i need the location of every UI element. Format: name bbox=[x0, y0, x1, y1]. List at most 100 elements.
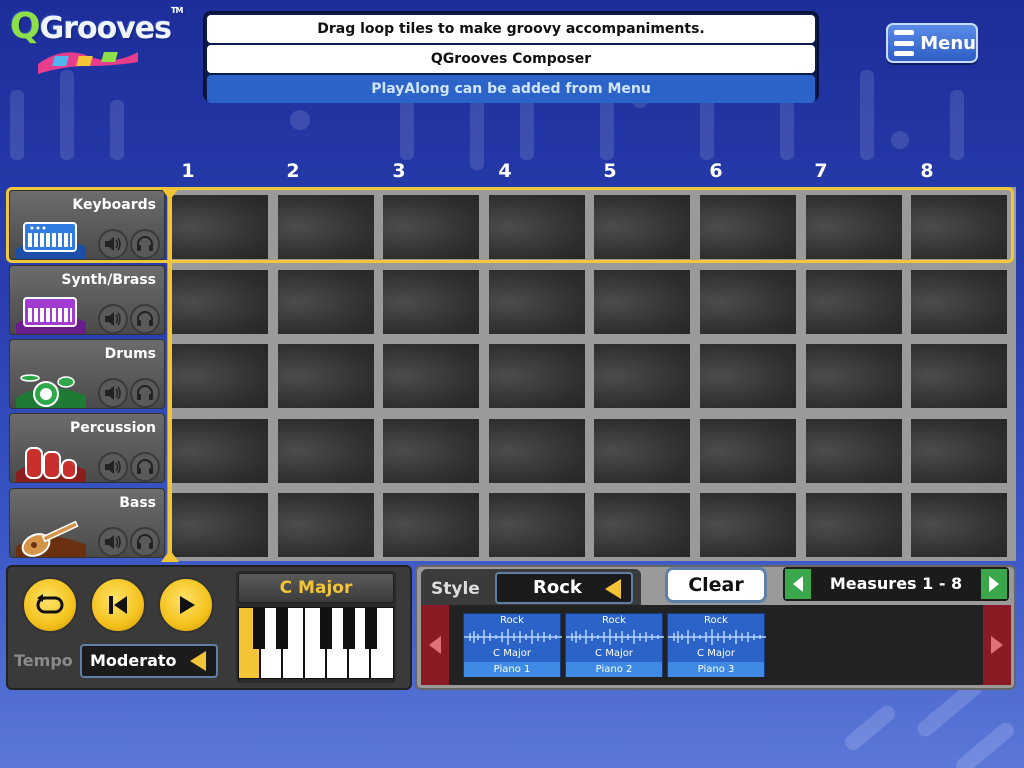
grid-cell[interactable] bbox=[806, 344, 902, 408]
solo-headphones-button[interactable] bbox=[130, 378, 160, 408]
grid-cell[interactable] bbox=[911, 419, 1007, 483]
mute-button[interactable] bbox=[98, 378, 128, 408]
grid-cell[interactable] bbox=[806, 270, 902, 334]
grid-cell[interactable] bbox=[700, 419, 796, 483]
track-name: Synth/Brass bbox=[61, 272, 156, 288]
headphones-icon bbox=[137, 534, 153, 549]
congas-icon bbox=[16, 447, 86, 482]
play-button[interactable] bbox=[158, 577, 214, 633]
loop-tile[interactable]: Rock C Major Piano 3 bbox=[667, 613, 766, 677]
speaker-icon bbox=[105, 237, 121, 251]
playhead-bottom-handle[interactable] bbox=[161, 550, 179, 562]
mute-button[interactable] bbox=[98, 527, 128, 557]
menu-button[interactable]: Menu bbox=[886, 23, 978, 63]
loop-tiles-strip: Rock C Major Piano 1 Rock C Major Piano … bbox=[421, 605, 1011, 685]
measure-number-8: 8 bbox=[920, 160, 934, 182]
grid-cell[interactable] bbox=[806, 493, 902, 557]
grid-cell[interactable] bbox=[278, 493, 374, 557]
grid-cell[interactable] bbox=[172, 419, 268, 483]
grid-cell[interactable] bbox=[383, 195, 479, 259]
play-icon bbox=[180, 596, 195, 614]
grid-cell[interactable] bbox=[806, 419, 902, 483]
solo-headphones-button[interactable] bbox=[130, 527, 160, 557]
repeat-icon bbox=[36, 594, 64, 614]
measure-number-4: 4 bbox=[498, 160, 512, 182]
solo-headphones-button[interactable] bbox=[130, 304, 160, 334]
grid-cell[interactable] bbox=[700, 344, 796, 408]
measures-prev-button[interactable] bbox=[785, 569, 811, 599]
mute-button[interactable] bbox=[98, 229, 128, 259]
grid-cell[interactable] bbox=[383, 419, 479, 483]
grid-cell[interactable] bbox=[594, 493, 690, 557]
track-percussion[interactable]: Percussion bbox=[9, 413, 165, 483]
mute-button[interactable] bbox=[98, 452, 128, 482]
waveform-icon bbox=[566, 629, 664, 645]
arrow-left-icon bbox=[429, 636, 441, 654]
drums-icon bbox=[16, 374, 86, 408]
grid-cell[interactable] bbox=[383, 493, 479, 557]
loops-scroll-left-button[interactable] bbox=[421, 605, 449, 685]
grid-cell[interactable] bbox=[489, 195, 585, 259]
track-keyboards[interactable]: Keyboards bbox=[9, 190, 165, 260]
loops-scroll-right-button[interactable] bbox=[983, 605, 1011, 685]
track-name: Keyboards bbox=[72, 197, 156, 213]
headphones-icon bbox=[137, 385, 153, 400]
grid-cell[interactable] bbox=[700, 195, 796, 259]
app-logo: QGroovesTM bbox=[10, 6, 183, 74]
grid-cell[interactable] bbox=[489, 493, 585, 557]
grid-cell[interactable] bbox=[700, 493, 796, 557]
grid-cell[interactable] bbox=[278, 419, 374, 483]
synth-icon bbox=[16, 297, 86, 334]
piano-keys-icon[interactable] bbox=[238, 607, 394, 679]
loop-tile[interactable]: Rock C Major Piano 2 bbox=[565, 613, 664, 677]
grid-cell[interactable] bbox=[278, 344, 374, 408]
track-bass[interactable]: Bass bbox=[9, 488, 165, 558]
track-synth-brass[interactable]: Synth/Brass bbox=[9, 265, 165, 335]
grid-cell[interactable] bbox=[911, 270, 1007, 334]
grid-cell[interactable] bbox=[594, 344, 690, 408]
grid-cell[interactable] bbox=[700, 270, 796, 334]
playhead-line[interactable] bbox=[168, 190, 172, 558]
headphones-icon bbox=[137, 459, 153, 474]
style-label: Style bbox=[431, 579, 480, 599]
logo-text: Grooves bbox=[39, 11, 172, 46]
grid-cell[interactable] bbox=[278, 270, 374, 334]
loop-library-panel: Style Rock Clear Measures 1 - 8 Rock C M… bbox=[415, 565, 1016, 690]
grid-cell[interactable] bbox=[594, 195, 690, 259]
solo-headphones-button[interactable] bbox=[130, 229, 160, 259]
grid-cell[interactable] bbox=[594, 270, 690, 334]
waveform-icon bbox=[668, 629, 766, 645]
grid-cell[interactable] bbox=[172, 195, 268, 259]
grid-cell[interactable] bbox=[806, 195, 902, 259]
measures-label: Measures 1 - 8 bbox=[829, 574, 963, 593]
style-select[interactable]: Rock bbox=[495, 572, 633, 604]
measure-number-2: 2 bbox=[286, 160, 300, 182]
grid-cell[interactable] bbox=[489, 344, 585, 408]
grid-cell[interactable] bbox=[911, 493, 1007, 557]
grid-cell[interactable] bbox=[489, 270, 585, 334]
loop-button[interactable] bbox=[22, 577, 78, 633]
grid-cell[interactable] bbox=[383, 344, 479, 408]
grid-cell[interactable] bbox=[911, 344, 1007, 408]
playhead-top-handle[interactable] bbox=[161, 188, 179, 200]
grid-cell[interactable] bbox=[172, 270, 268, 334]
grid-cell[interactable] bbox=[911, 195, 1007, 259]
instruction-message: Drag loop tiles to make groovy accompani… bbox=[207, 15, 815, 43]
grid-cell[interactable] bbox=[489, 419, 585, 483]
grid-cell[interactable] bbox=[383, 270, 479, 334]
grid-cell[interactable] bbox=[594, 419, 690, 483]
key-select[interactable]: C Major bbox=[238, 573, 394, 603]
rewind-button[interactable] bbox=[90, 577, 146, 633]
measures-navigator: Measures 1 - 8 bbox=[783, 567, 1009, 601]
solo-headphones-button[interactable] bbox=[130, 452, 160, 482]
grid-cell[interactable] bbox=[172, 344, 268, 408]
loop-tile[interactable]: Rock C Major Piano 1 bbox=[463, 613, 562, 677]
playalong-hint: PlayAlong can be added from Menu bbox=[207, 75, 815, 103]
track-drums[interactable]: Drums bbox=[9, 339, 165, 409]
mute-button[interactable] bbox=[98, 304, 128, 334]
clear-button[interactable]: Clear bbox=[665, 567, 767, 603]
grid-cell[interactable] bbox=[172, 493, 268, 557]
grid-cell[interactable] bbox=[278, 195, 374, 259]
measures-next-button[interactable] bbox=[981, 569, 1007, 599]
tempo-select[interactable]: Moderato bbox=[80, 644, 218, 678]
